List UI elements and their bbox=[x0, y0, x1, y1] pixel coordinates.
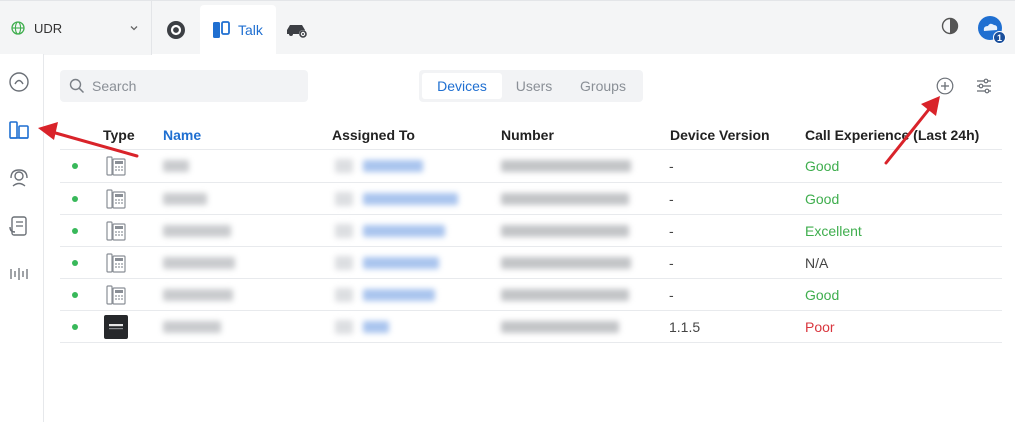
redacted-number bbox=[501, 321, 619, 333]
redacted-number bbox=[501, 257, 631, 269]
sidebar-item-users[interactable] bbox=[8, 167, 30, 189]
search-input[interactable] bbox=[92, 78, 292, 94]
call-experience: N/A bbox=[805, 255, 829, 271]
redacted-assignee bbox=[363, 225, 445, 237]
redacted-name bbox=[163, 257, 235, 269]
redacted-name bbox=[163, 321, 221, 333]
column-device-version[interactable]: Device Version bbox=[670, 127, 770, 143]
redacted-avatar bbox=[335, 192, 353, 206]
network-app-icon bbox=[167, 21, 185, 39]
filter-settings-icon[interactable] bbox=[975, 77, 993, 95]
desk-phone-icon bbox=[106, 156, 126, 176]
sidebar-item-devices[interactable] bbox=[8, 119, 30, 141]
redacted-avatar bbox=[335, 288, 353, 302]
redacted-avatar bbox=[335, 320, 353, 334]
table-row[interactable]: - Good bbox=[60, 183, 1002, 215]
table-row[interactable]: 1.1.5 Poor bbox=[60, 311, 1002, 343]
table-row[interactable]: - Excellent bbox=[60, 215, 1002, 247]
view-tabs: Devices Users Groups bbox=[419, 70, 643, 102]
theme-toggle-icon[interactable] bbox=[941, 17, 959, 35]
status-online-dot bbox=[72, 163, 78, 169]
hardware-device-icon bbox=[104, 315, 128, 339]
site-name: UDR bbox=[34, 20, 63, 36]
network-app-button[interactable] bbox=[155, 5, 197, 55]
status-online-dot bbox=[72, 228, 78, 234]
redacted-name bbox=[163, 289, 233, 301]
desk-phone-icon bbox=[106, 221, 126, 241]
call-experience: Excellent bbox=[805, 223, 862, 239]
device-version: - bbox=[669, 223, 674, 239]
status-online-dot bbox=[72, 324, 78, 330]
account-button[interactable]: 1 bbox=[977, 15, 1007, 45]
redacted-avatar bbox=[335, 159, 353, 173]
notification-count: 1 bbox=[996, 32, 1002, 43]
column-type[interactable]: Type bbox=[103, 127, 135, 143]
column-name[interactable]: Name bbox=[163, 127, 201, 143]
call-experience: Good bbox=[805, 287, 840, 303]
redacted-assignee bbox=[363, 289, 435, 301]
search-box[interactable] bbox=[60, 70, 308, 102]
sidebar-item-contacts[interactable] bbox=[8, 215, 30, 237]
voicemail-icon bbox=[10, 268, 28, 280]
tab-devices[interactable]: Devices bbox=[422, 73, 502, 99]
redacted-number bbox=[501, 225, 629, 237]
notification-badge: 1 bbox=[993, 31, 1006, 44]
dashboard-icon bbox=[9, 72, 29, 92]
column-call-experience[interactable]: Call Experience (Last 24h) bbox=[805, 127, 979, 143]
device-version: - bbox=[669, 255, 674, 271]
redacted-assignee bbox=[363, 193, 458, 205]
redacted-number bbox=[501, 289, 629, 301]
redacted-assignee bbox=[363, 321, 389, 333]
users-icon bbox=[10, 169, 28, 187]
redacted-avatar bbox=[335, 224, 353, 238]
redacted-name bbox=[163, 225, 231, 237]
call-experience: Poor bbox=[805, 319, 835, 335]
sidebar-item-dashboard[interactable] bbox=[8, 71, 30, 93]
column-number[interactable]: Number bbox=[501, 127, 554, 143]
sidebar bbox=[0, 54, 44, 422]
redacted-name bbox=[163, 160, 189, 172]
site-selector[interactable]: UDR bbox=[0, 1, 152, 55]
desk-phone-icon bbox=[106, 189, 126, 209]
device-version: - bbox=[669, 287, 674, 303]
sidebar-item-voicemail[interactable] bbox=[8, 263, 30, 285]
redacted-assignee bbox=[363, 160, 423, 172]
talk-app-tab[interactable]: Talk bbox=[200, 5, 276, 55]
globe-icon bbox=[11, 21, 25, 35]
redacted-avatar bbox=[335, 256, 353, 270]
device-version: - bbox=[669, 191, 674, 207]
table-row[interactable]: - N/A bbox=[60, 247, 1002, 279]
tab-users[interactable]: Users bbox=[502, 73, 566, 99]
status-online-dot bbox=[72, 260, 78, 266]
contacts-icon bbox=[9, 216, 27, 236]
chevron-down-icon bbox=[130, 26, 138, 31]
access-app-button[interactable] bbox=[280, 5, 314, 55]
desk-phone-icon bbox=[106, 253, 126, 273]
search-icon bbox=[69, 78, 85, 94]
status-online-dot bbox=[72, 196, 78, 202]
table-row[interactable]: - Good bbox=[60, 279, 1002, 311]
desk-phone-icon bbox=[106, 285, 126, 305]
talk-app-icon bbox=[213, 21, 230, 38]
tab-groups[interactable]: Groups bbox=[566, 73, 640, 99]
device-version: - bbox=[669, 158, 674, 174]
table-row[interactable]: - Good bbox=[60, 150, 1002, 182]
call-experience: Good bbox=[805, 158, 840, 174]
device-version: 1.1.5 bbox=[669, 319, 701, 335]
add-icon[interactable] bbox=[936, 77, 954, 95]
redacted-number bbox=[501, 193, 629, 205]
call-experience: Good bbox=[805, 191, 840, 207]
top-bar: UDR Talk 1 bbox=[0, 0, 1015, 55]
column-assigned-to[interactable]: Assigned To bbox=[332, 127, 415, 143]
devices-icon bbox=[9, 121, 29, 139]
talk-app-label: Talk bbox=[238, 22, 263, 38]
redacted-assignee bbox=[363, 257, 439, 269]
redacted-name bbox=[163, 193, 207, 205]
access-app-icon bbox=[287, 25, 307, 38]
row-divider bbox=[60, 342, 1002, 343]
redacted-number bbox=[501, 160, 631, 172]
status-online-dot bbox=[72, 292, 78, 298]
